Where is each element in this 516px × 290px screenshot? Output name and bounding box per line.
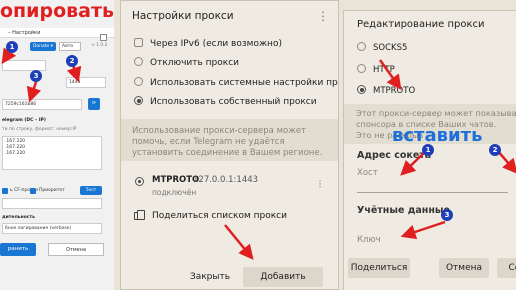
priority-checkbox[interactable]	[30, 188, 36, 194]
close-button[interactable]: Закрыть	[185, 267, 235, 287]
save-button[interactable]: ранить	[0, 243, 36, 256]
test-button[interactable]: Тест	[80, 186, 102, 195]
donate-button[interactable]: Donate ▾	[30, 42, 56, 51]
cf-proxy-checkbox[interactable]	[2, 188, 8, 194]
cf-domain-field[interactable]	[2, 198, 102, 209]
dialog-title: Настройки прокси	[132, 10, 234, 22]
proxy-radio-selected[interactable]	[135, 177, 144, 186]
socket-address-header: Адрес сокета	[357, 150, 432, 161]
option-http[interactable]: HTTP	[357, 64, 395, 79]
radio-button[interactable]	[134, 77, 143, 86]
option-socks5[interactable]: SOCKS5	[357, 42, 408, 57]
step-marker: 3	[441, 209, 453, 221]
cancel-button[interactable]: Отмена	[48, 243, 104, 256]
cancel-button[interactable]: Отмена	[439, 258, 489, 278]
share-button[interactable]: Поделиться	[348, 258, 410, 278]
option-mtproto[interactable]: MTPROTO	[357, 85, 416, 100]
share-list-button[interactable]: Поделиться списком прокси	[152, 211, 287, 221]
auto-select[interactable]: Авто	[59, 42, 81, 51]
key-input[interactable]: Ключ	[357, 235, 381, 245]
window-title: – Настройки	[0, 28, 114, 38]
host-field[interactable]	[2, 60, 46, 71]
step-marker: 3	[30, 70, 42, 82]
step-marker: 1	[422, 144, 434, 156]
copy-icon	[134, 210, 145, 220]
dc-list-hint: ти по строку, формат: номер:IP	[2, 127, 77, 132]
option-label: HTTP	[373, 65, 395, 75]
dialog-title: Редактирование прокси	[357, 19, 485, 30]
dc-list-label: elegram (DC – IP)	[2, 118, 46, 123]
proxy-status: подключён	[152, 188, 197, 197]
verbose-log-label: бное логирование (verbose)	[5, 226, 72, 231]
option-label: Через IPv6 (если возможно)	[150, 39, 282, 49]
version-label: v 1.0.2	[92, 43, 108, 48]
option-label: MTPROTO	[373, 86, 416, 96]
option-disable-proxy[interactable]: Отключить прокси	[134, 57, 240, 72]
notice-line: Этот прокси-сервер может показывать ка	[356, 108, 516, 118]
option-label: SOCKS5	[373, 43, 408, 53]
option-label: Использовать системные настройки прокси	[150, 78, 339, 88]
proxy-menu-icon[interactable]: · · ·	[317, 178, 323, 193]
ipv6-checkbox[interactable]	[134, 38, 143, 47]
step-marker: 2	[489, 144, 501, 156]
perf-label: дительность	[2, 215, 35, 220]
port-field[interactable]: 1443	[66, 77, 106, 88]
credentials-header: Учётные данные	[357, 205, 450, 216]
add-proxy-button[interactable]: Добавить прокси	[243, 267, 323, 287]
window-checkbox[interactable]	[100, 34, 107, 41]
option-custom-proxy[interactable]: Использовать собственный прокси	[134, 96, 317, 111]
proxy-settings-dialog: Настройки прокси · · · Через IPv6 (если во…	[120, 0, 339, 290]
radio-button[interactable]	[357, 42, 366, 51]
priority-label: Приоритет	[39, 188, 65, 193]
option-label: Использовать собственный прокси	[150, 97, 317, 107]
verbose-log-field[interactable]: бное логирование (verbose)	[2, 223, 102, 234]
step-marker: 2	[66, 55, 78, 67]
dc-list-item: .167.220	[5, 151, 26, 156]
radio-button[interactable]	[357, 64, 366, 73]
port-value: 1443	[69, 80, 81, 85]
more-menu-icon[interactable]: · · ·	[320, 7, 326, 26]
dc-list-textarea[interactable]: .167.220 .167.220 .167.220	[2, 136, 102, 170]
host-input[interactable]: Хост	[357, 168, 378, 178]
radio-button[interactable]	[134, 57, 143, 66]
info-text: Использование прокси-сервера может помоч…	[121, 119, 338, 161]
step-marker: 1	[6, 41, 18, 53]
proxy-address: 127.0.0.1:1443	[193, 175, 259, 185]
secret-value: 7259c161b86	[5, 102, 37, 107]
radio-button-selected[interactable]	[134, 96, 143, 105]
host-input-underline	[357, 192, 508, 193]
radio-button-selected[interactable]	[357, 85, 366, 94]
copy-heading: опировать	[0, 0, 115, 22]
paste-heading: вставить	[392, 125, 483, 146]
ipv6-checkbox-row[interactable]: Через IPv6 (если возможно)	[134, 38, 282, 53]
secret-field[interactable]: 7259c161b86	[2, 99, 82, 110]
save-button[interactable]: Сох	[497, 258, 516, 278]
screenshot-collage: – Настройки Donate ▾ Авто v 1.0.2 1443 7…	[0, 0, 516, 290]
option-label: Отключить прокси	[150, 58, 240, 68]
option-system-proxy[interactable]: Использовать системные настройки прокси	[134, 77, 339, 92]
refresh-icon[interactable]: ⟳	[88, 98, 100, 110]
